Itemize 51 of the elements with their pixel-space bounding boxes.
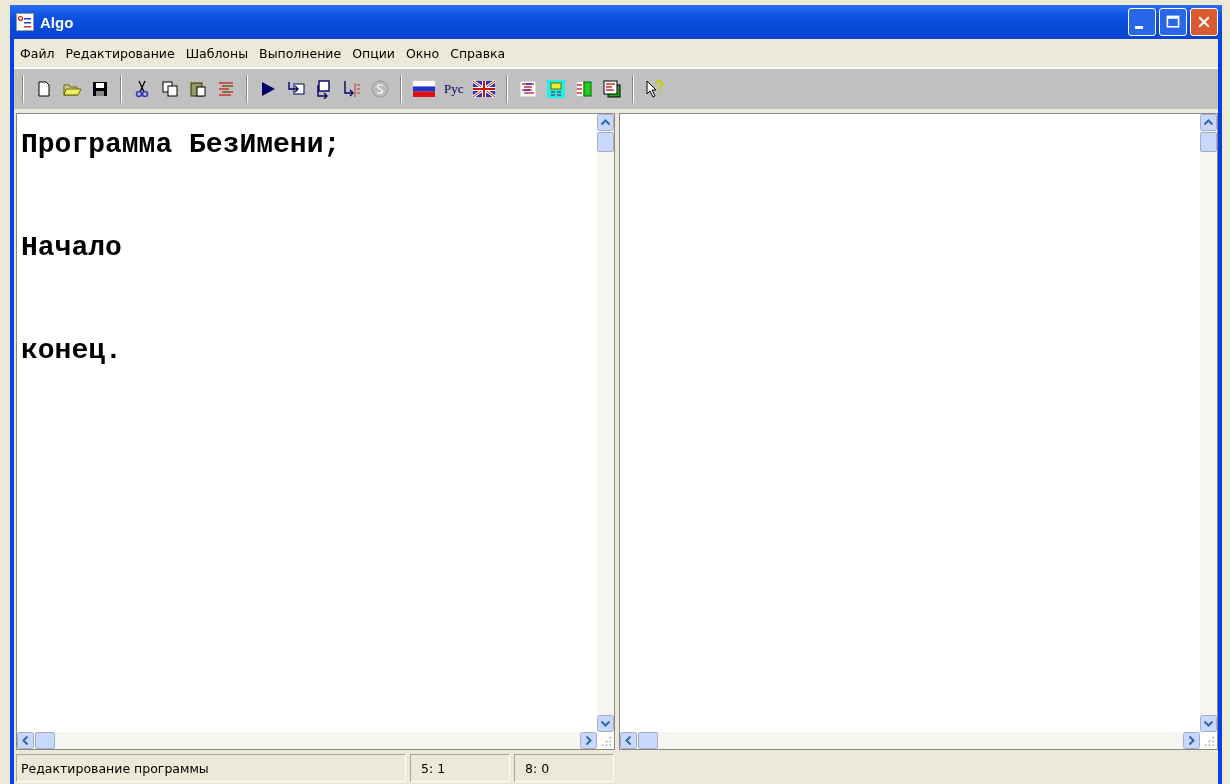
scroll-left-button[interactable] [620, 732, 637, 749]
horizontal-scrollbar[interactable] [620, 732, 1200, 749]
copy-icon[interactable] [160, 79, 180, 99]
maximize-icon [1165, 14, 1181, 30]
app-icon [16, 13, 34, 31]
scroll-up-button[interactable] [1200, 114, 1217, 131]
cursor-position: 5: 1 [410, 754, 510, 782]
save-icon[interactable] [90, 79, 110, 99]
program-window-icon[interactable] [517, 79, 538, 99]
run-to-cursor-icon[interactable] [342, 79, 362, 99]
scroll-down-button[interactable] [1200, 715, 1217, 732]
close-icon [1196, 14, 1212, 30]
menu-item[interactable]: Шаблоны [185, 45, 249, 61]
scroll-thumb[interactable] [638, 732, 658, 749]
russian-flag-icon[interactable] [412, 79, 436, 99]
scroll-up-button[interactable] [597, 114, 614, 131]
maximize-button[interactable] [1159, 8, 1187, 36]
window-title: Algo [40, 13, 74, 31]
scroll-left-button[interactable] [17, 732, 34, 749]
scroll-thumb[interactable] [1200, 132, 1217, 152]
code-line: Программа БезИмени; [21, 128, 342, 162]
help-pointer-icon[interactable] [643, 79, 664, 99]
menu-item[interactable]: Опции [352, 45, 395, 61]
status-message: Редактирование программы [16, 754, 406, 782]
code-line: конец. [21, 334, 123, 368]
scroll-down-button[interactable] [597, 715, 614, 732]
stop-icon[interactable] [370, 79, 390, 99]
program-size: 8: 0 [514, 754, 614, 782]
scroll-right-button[interactable] [580, 732, 597, 749]
format-icon[interactable] [216, 79, 236, 99]
vertical-scrollbar[interactable] [1200, 114, 1217, 732]
stacked-windows-icon[interactable] [601, 79, 622, 99]
minimize-icon [1135, 25, 1143, 29]
vertical-scrollbar[interactable] [597, 114, 614, 732]
code-line: Начало [21, 231, 123, 265]
paste-icon[interactable] [188, 79, 208, 99]
horizontal-scrollbar[interactable] [17, 732, 597, 749]
menu-item[interactable]: Файл [20, 45, 55, 61]
program-editor[interactable]: Программа БезИмени; Начало конец. [16, 113, 615, 750]
menu-item[interactable]: Выполнение [259, 45, 342, 61]
language-button[interactable]: Рус [444, 81, 464, 97]
scroll-right-button[interactable] [1183, 732, 1200, 749]
output-window-icon[interactable] [545, 79, 566, 99]
scroll-thumb[interactable] [597, 132, 614, 152]
scroll-thumb[interactable] [35, 732, 55, 749]
close-button[interactable] [1190, 8, 1218, 36]
menu-item[interactable]: Окно [405, 45, 440, 61]
menu-item[interactable]: Редактирование [65, 45, 175, 61]
british-flag-icon[interactable] [471, 79, 496, 99]
minimize-button[interactable] [1128, 8, 1156, 36]
menu-item[interactable]: Справка [450, 45, 506, 61]
